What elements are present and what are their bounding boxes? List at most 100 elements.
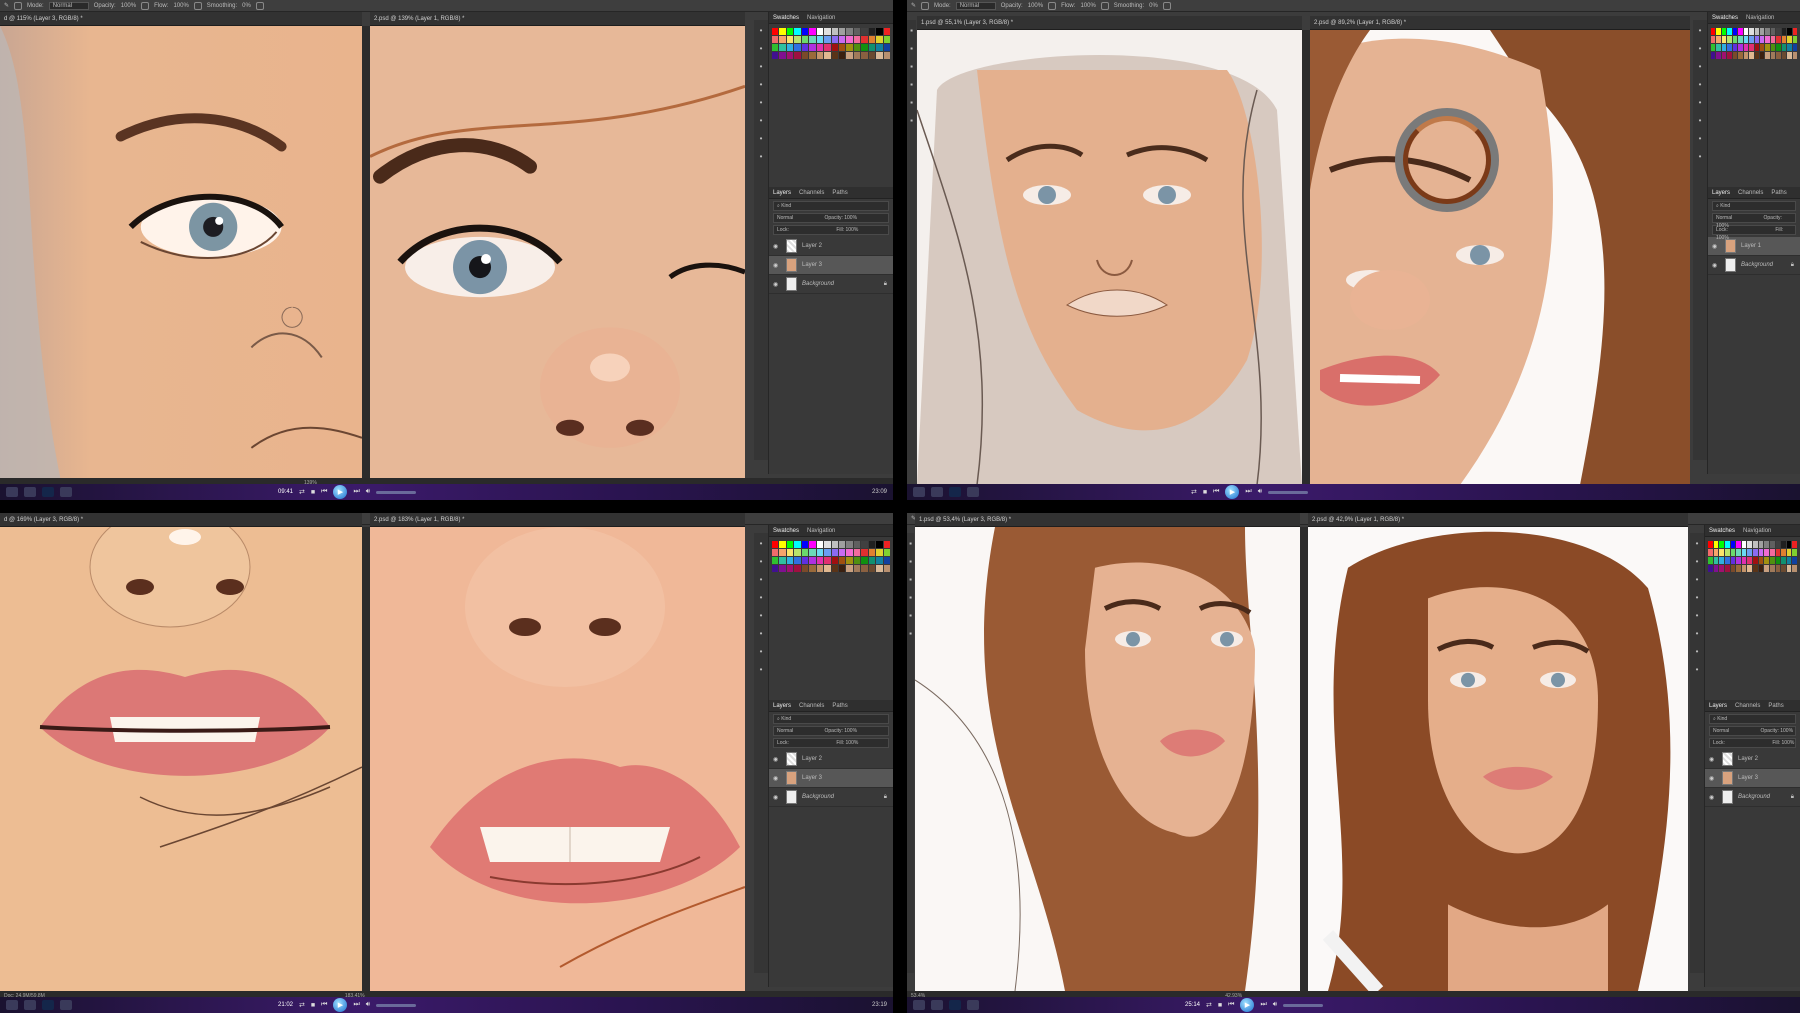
color-swatch[interactable]: [853, 28, 861, 35]
scissors-icon[interactable]: •: [760, 134, 763, 143]
opacity-value[interactable]: 100%: [1028, 3, 1043, 9]
color-swatch[interactable]: [1758, 565, 1764, 572]
move-tool-icon[interactable]: ▪: [909, 539, 912, 548]
color-swatch[interactable]: [883, 565, 890, 572]
pressure-opacity-icon[interactable]: [141, 1, 150, 10]
shuffle-icon[interactable]: ⇄: [299, 1001, 305, 1009]
brush-preset-icon[interactable]: •: [1696, 611, 1699, 620]
clone-source-icon[interactable]: •: [1696, 629, 1699, 638]
document-tab-left[interactable]: 1.psd @ 53,4% (Layer 3, RGB/8) *: [915, 513, 1300, 527]
color-swatch[interactable]: [1724, 549, 1730, 556]
history-icon[interactable]: •: [1699, 26, 1702, 35]
color-swatch[interactable]: [1770, 44, 1776, 51]
fill-value[interactable]: 100%: [1782, 740, 1795, 746]
color-swatch[interactable]: [1719, 557, 1724, 564]
color-swatch[interactable]: [1781, 541, 1786, 548]
color-swatch[interactable]: [1738, 36, 1743, 43]
color-swatch[interactable]: [831, 44, 838, 51]
color-swatch[interactable]: [786, 549, 794, 556]
color-swatch[interactable]: [1743, 28, 1749, 35]
color-swatch[interactable]: [861, 36, 868, 43]
file-explorer-icon[interactable]: [931, 1000, 943, 1010]
color-swatch[interactable]: [1708, 565, 1713, 572]
color-swatch[interactable]: [1792, 28, 1797, 35]
color-swatch[interactable]: [1727, 28, 1732, 35]
color-swatch[interactable]: [809, 28, 816, 35]
play-pause-icon[interactable]: ▶: [333, 485, 348, 499]
layer-row[interactable]: ◉ Background 🔒︎: [1705, 788, 1800, 807]
split-divider[interactable]: [1302, 30, 1310, 485]
color-swatch[interactable]: [1792, 36, 1797, 43]
color-swatch[interactable]: [779, 44, 786, 51]
color-swatch[interactable]: [1775, 549, 1781, 556]
color-swatch[interactable]: [779, 52, 786, 59]
color-swatch[interactable]: [846, 565, 853, 572]
color-swatch[interactable]: [779, 549, 786, 556]
color-swatch[interactable]: [1730, 565, 1736, 572]
color-swatch[interactable]: [1792, 44, 1797, 51]
color-swatch[interactable]: [1738, 44, 1743, 51]
color-swatch[interactable]: [1792, 549, 1797, 556]
tab-navigation[interactable]: Navigation: [1743, 525, 1771, 536]
paint-icon[interactable]: •: [760, 152, 763, 161]
play-icon[interactable]: •: [1696, 557, 1699, 566]
browser-icon[interactable]: [60, 1000, 72, 1010]
color-swatch[interactable]: [1749, 44, 1754, 51]
color-swatch[interactable]: [824, 44, 831, 51]
color-swatch[interactable]: [772, 557, 779, 564]
color-swatch[interactable]: [861, 52, 868, 59]
color-swatch[interactable]: [883, 28, 890, 35]
color-swatch[interactable]: [846, 36, 853, 43]
color-swatch[interactable]: [1749, 36, 1754, 43]
color-swatch[interactable]: [883, 541, 890, 548]
color-swatch[interactable]: [1736, 557, 1741, 564]
prev-icon[interactable]: ⏮︎: [321, 488, 327, 496]
crop-tool-icon[interactable]: ▪: [910, 80, 913, 89]
color-swatch[interactable]: [772, 565, 779, 572]
document-tab-left[interactable]: d @ 115% (Layer 3, RGB/8) *: [0, 12, 362, 26]
color-swatch[interactable]: [1738, 28, 1743, 35]
color-swatch[interactable]: [1786, 557, 1792, 564]
play-icon[interactable]: •: [760, 557, 763, 566]
color-swatch[interactable]: [1792, 541, 1797, 548]
split-divider[interactable]: [1300, 527, 1308, 991]
color-swatch[interactable]: [868, 549, 876, 556]
color-swatch[interactable]: [1727, 44, 1732, 51]
browser-icon[interactable]: [967, 487, 979, 497]
settings-gear-icon[interactable]: [255, 1, 264, 10]
canvas-drawing[interactable]: [915, 527, 1300, 991]
color-swatch[interactable]: [824, 565, 831, 572]
volume-icon[interactable]: 🔊︎: [366, 488, 370, 496]
color-swatch[interactable]: [786, 565, 794, 572]
color-swatch[interactable]: [883, 549, 890, 556]
color-swatch[interactable]: [838, 557, 846, 564]
tab-navigation[interactable]: Navigation: [807, 525, 835, 536]
color-swatch[interactable]: [831, 36, 838, 43]
color-swatch[interactable]: [794, 36, 801, 43]
color-swatch[interactable]: [1749, 28, 1754, 35]
document-tab-right[interactable]: 2.psd @ 89,2% (Layer 1, RGB/8) *: [1310, 16, 1690, 30]
adjust-icon[interactable]: •: [1696, 593, 1699, 602]
color-swatch[interactable]: [1787, 28, 1792, 35]
color-swatch[interactable]: [1786, 541, 1792, 548]
brush-preset-icon[interactable]: •: [1699, 98, 1702, 107]
color-swatch[interactable]: [1770, 28, 1776, 35]
color-swatch[interactable]: [1747, 557, 1752, 564]
color-swatch[interactable]: [1769, 565, 1775, 572]
color-swatch[interactable]: [1787, 44, 1792, 51]
marquee-tool-icon[interactable]: ▪: [910, 44, 913, 53]
color-swatch[interactable]: [1724, 565, 1730, 572]
start-button[interactable]: [6, 1000, 18, 1010]
settings-gear-icon[interactable]: [1162, 1, 1171, 10]
color-swatch[interactable]: [1743, 52, 1749, 59]
layer-filter-kind[interactable]: ⌕ Kind: [1712, 201, 1796, 211]
volume-icon[interactable]: 🔊︎: [1273, 1001, 1277, 1009]
color-swatch[interactable]: [1724, 557, 1730, 564]
color-swatch[interactable]: [1770, 52, 1776, 59]
layer-row[interactable]: ◉ Background 🔒︎: [769, 275, 893, 294]
tab-swatches[interactable]: Swatches: [773, 12, 799, 23]
color-swatch[interactable]: [1764, 557, 1769, 564]
color-swatch[interactable]: [831, 557, 838, 564]
marquee-tool-icon[interactable]: ▪: [909, 557, 912, 566]
color-swatch[interactable]: [831, 28, 838, 35]
